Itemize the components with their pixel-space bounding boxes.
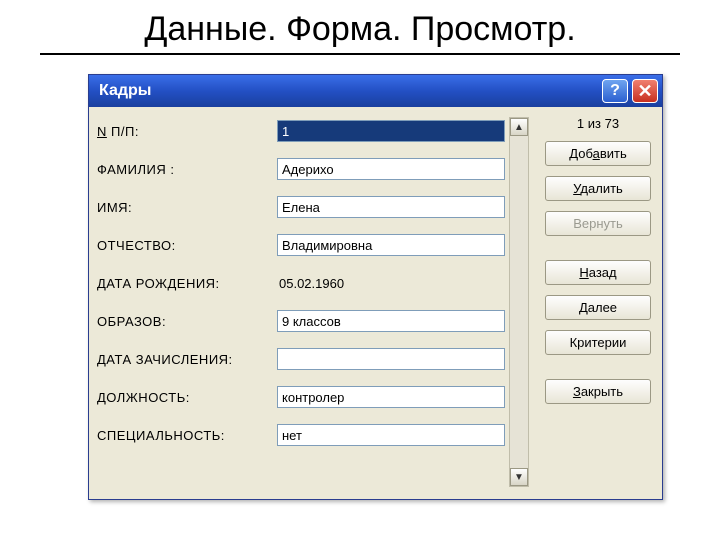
form-scrollbar[interactable]: ▲ ▼: [509, 117, 529, 487]
label-npp: N П/П:: [97, 124, 277, 139]
input-npp[interactable]: [277, 120, 505, 142]
delete-button[interactable]: Удалить: [545, 176, 651, 201]
criteria-button[interactable]: Критерии: [545, 330, 651, 355]
label-family: ФАМИЛИЯ :: [97, 162, 277, 177]
revert-button[interactable]: Вернуть: [545, 211, 651, 236]
slide-title: Данные. Форма. Просмотр.: [40, 0, 680, 55]
field-row-specialty: СПЕЦИАЛЬНОСТЬ:: [97, 417, 505, 453]
input-specialty[interactable]: [277, 424, 505, 446]
back-button[interactable]: Назад: [545, 260, 651, 285]
label-name: ИМЯ:: [97, 200, 277, 215]
label-patronymic: ОТЧЕСТВО:: [97, 238, 277, 253]
label-specialty: СПЕЦИАЛЬНОСТЬ:: [97, 428, 277, 443]
input-education[interactable]: [277, 310, 505, 332]
field-row-education: ОБРАЗОВ:: [97, 303, 505, 339]
label-position: ДОЛЖНОСТЬ:: [97, 390, 277, 405]
field-row-family: ФАМИЛИЯ :: [97, 151, 505, 187]
input-enroll-date[interactable]: [277, 348, 505, 370]
chevron-down-icon: ▼: [514, 472, 524, 483]
record-counter: 1 из 73: [542, 113, 654, 135]
field-row-enroll-date: ДАТА ЗАЧИСЛЕНИЯ:: [97, 341, 505, 377]
help-button[interactable]: ?: [602, 79, 628, 103]
dialog-window: Кадры ? ✕ N П/П: ФАМИЛИЯ : ИМЯ: ОТЧЕСТВО…: [88, 74, 663, 500]
scroll-down-button[interactable]: ▼: [510, 468, 528, 486]
field-row-npp: N П/П:: [97, 113, 505, 149]
label-birthdate: ДАТА РОЖДЕНИЯ:: [97, 276, 277, 291]
chevron-up-icon: ▲: [514, 122, 524, 133]
field-row-name: ИМЯ:: [97, 189, 505, 225]
scroll-up-button[interactable]: ▲: [510, 118, 528, 136]
input-position[interactable]: [277, 386, 505, 408]
titlebar: Кадры ? ✕: [89, 75, 662, 107]
field-row-patronymic: ОТЧЕСТВО:: [97, 227, 505, 263]
label-enroll-date: ДАТА ЗАЧИСЛЕНИЯ:: [97, 352, 277, 367]
close-button[interactable]: Закрыть: [545, 379, 651, 404]
input-patronymic[interactable]: [277, 234, 505, 256]
close-window-button[interactable]: ✕: [632, 79, 658, 103]
input-name[interactable]: [277, 196, 505, 218]
next-button[interactable]: Далее: [545, 295, 651, 320]
label-education: ОБРАЗОВ:: [97, 314, 277, 329]
input-family[interactable]: [277, 158, 505, 180]
field-row-birthdate: ДАТА РОЖДЕНИЯ: 05.02.1960: [97, 265, 505, 301]
form-area: N П/П: ФАМИЛИЯ : ИМЯ: ОТЧЕСТВО: ДАТА РОЖ…: [97, 113, 505, 493]
text-birthdate: 05.02.1960: [277, 276, 344, 291]
close-icon: ✕: [637, 81, 652, 102]
window-title: Кадры: [99, 82, 598, 100]
field-row-position: ДОЛЖНОСТЬ:: [97, 379, 505, 415]
add-button[interactable]: Добавить: [545, 141, 651, 166]
help-icon: ?: [610, 82, 620, 100]
side-panel: 1 из 73 Добавить Удалить Вернуть Назад Д…: [542, 113, 654, 414]
client-area: N П/П: ФАМИЛИЯ : ИМЯ: ОТЧЕСТВО: ДАТА РОЖ…: [89, 107, 662, 499]
